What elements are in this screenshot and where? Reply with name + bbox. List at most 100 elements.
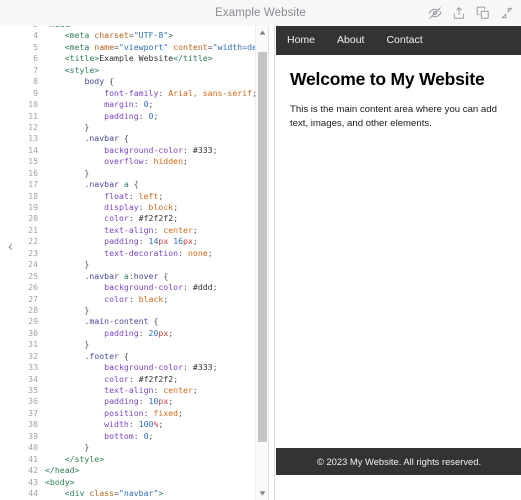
nav-link-about[interactable]: About (326, 26, 375, 54)
share-icon[interactable] (451, 6, 466, 21)
code-token: margin (104, 99, 134, 110)
code-line[interactable]: 24 } (19, 259, 256, 270)
code-token: "navbar" (118, 487, 159, 498)
code-line[interactable]: 8 body { (19, 76, 256, 87)
code-token: 14 (148, 236, 159, 247)
line-number: 9 (33, 87, 38, 98)
code-token: : (128, 190, 139, 201)
scroll-down-arrow[interactable] (256, 487, 268, 500)
code-line[interactable]: 36 padding: 10px; (19, 396, 256, 407)
code-token: ; (173, 213, 179, 224)
scrollbar-thumb[interactable] (258, 52, 267, 442)
code-line[interactable]: 10 margin: 0; (19, 99, 256, 110)
editor-scrollbar[interactable] (255, 26, 268, 500)
code-line[interactable]: 13 .navbar { (19, 133, 256, 144)
left-rail (0, 26, 19, 500)
code-token: width (104, 419, 129, 430)
line-number: 10 (28, 99, 38, 110)
code-token: : (133, 99, 144, 110)
code-line[interactable]: 30 padding: 20px; (19, 328, 256, 339)
code-line[interactable]: 42 </head> (19, 465, 256, 476)
code-line[interactable]: 33 background-color: #333; (19, 362, 256, 373)
code-content[interactable]: 3<head>4 <meta charset="UTF-8">5 <meta n… (19, 26, 256, 500)
collapse-icon[interactable] (499, 6, 514, 21)
code-line[interactable]: 22 padding: 14px 16px; (19, 236, 256, 247)
code-line[interactable]: 18 float: left; (19, 191, 256, 202)
copy-icon[interactable] (475, 6, 490, 21)
collapse-panel-handle[interactable] (4, 238, 16, 256)
code-line[interactable]: 21 text-align: center; (19, 225, 256, 236)
code-line[interactable]: 38 width: 100%; (19, 419, 256, 430)
code-token: class (89, 487, 115, 498)
code-line[interactable]: 34 color: #f2f2f2; (19, 374, 256, 385)
code-line[interactable]: 29 .main-content { (19, 316, 256, 327)
code-token: color (104, 213, 129, 224)
code-token: ; (207, 247, 213, 258)
code-line[interactable]: 32 .footer { (19, 351, 256, 362)
code-editor[interactable]: 3<head>4 <meta charset="UTF-8">5 <meta n… (19, 26, 269, 500)
code-line[interactable]: 14 background-color: #333; (19, 145, 256, 156)
code-line[interactable]: 19 display: block; (19, 202, 256, 213)
code-line[interactable]: 35 text-align: center; (19, 385, 256, 396)
code-token: : (138, 236, 149, 247)
code-line[interactable]: 7 <style> (19, 65, 256, 76)
code-line[interactable]: 16 } (19, 168, 256, 179)
code-token: background-color (104, 282, 184, 293)
line-number: 26 (28, 282, 38, 293)
code-line[interactable]: 37 position: fixed; (19, 408, 256, 419)
code-line[interactable]: 39 bottom: 0; (19, 431, 256, 442)
code-line[interactable]: 12 } (19, 122, 256, 133)
code-token: center (163, 224, 193, 235)
code-token: ; (192, 236, 198, 247)
line-number: 31 (28, 339, 38, 350)
code-token: ; (192, 224, 198, 235)
scroll-up-arrow[interactable] (256, 26, 268, 39)
preview-footer: © 2023 My Website. All rights reserved. (276, 448, 521, 475)
line-number: 38 (28, 419, 38, 430)
code-token: 100 (138, 419, 154, 430)
code-token: body (84, 76, 105, 87)
code-line[interactable]: 26 background-color: #ddd; (19, 282, 256, 293)
line-number: 29 (28, 316, 38, 327)
code-token: center (163, 385, 193, 395)
code-line[interactable]: 15 overflow: hidden; (19, 156, 256, 167)
code-line[interactable]: 27 color: black; (19, 294, 256, 305)
code-scroll-viewport[interactable]: 3<head>4 <meta charset="UTF-8">5 <meta n… (19, 26, 256, 500)
code-token: : (128, 373, 139, 384)
code-line[interactable]: 6 <title>Example Website</title> (19, 53, 256, 64)
code-token: : (138, 327, 149, 338)
code-line[interactable]: 5 <meta name="viewport" content="width=d… (19, 42, 256, 53)
code-line[interactable]: 4 <meta charset="UTF-8"> (19, 30, 256, 41)
code-token: : (143, 407, 154, 418)
code-line[interactable]: 17 .navbar a { (19, 179, 256, 190)
code-line[interactable]: 25 .navbar a:hover { (19, 271, 256, 282)
code-line[interactable]: 20 color: #f2f2f2; (19, 213, 256, 224)
code-line[interactable]: 9 font-family: Arial, sans-serif; (19, 88, 256, 99)
preview-navbar: Home About Contact (276, 26, 521, 55)
code-line[interactable]: 43 <body> (19, 477, 256, 488)
nav-link-home[interactable]: Home (276, 26, 326, 54)
code-line[interactable]: 11 padding: 0; (19, 111, 256, 122)
code-token: </style> (64, 453, 105, 464)
code-line[interactable]: 28 } (19, 305, 256, 316)
code-line[interactable]: 31 } (19, 339, 256, 350)
code-line[interactable]: 23 text-decoration: none; (19, 248, 256, 259)
code-line[interactable]: 40 } (19, 442, 256, 453)
nav-link-contact[interactable]: Contact (375, 26, 433, 54)
eye-off-icon[interactable] (427, 6, 442, 21)
code-token: ; (173, 373, 179, 384)
code-token: .navbar (84, 133, 119, 144)
code-token: Example Website (99, 53, 174, 64)
code-line[interactable]: 44 <div class="navbar"> (19, 488, 256, 499)
code-token: padding (104, 396, 139, 407)
code-line[interactable]: 41 </style> (19, 454, 256, 465)
line-number: 42 (28, 465, 38, 476)
code-token: } (45, 339, 90, 350)
